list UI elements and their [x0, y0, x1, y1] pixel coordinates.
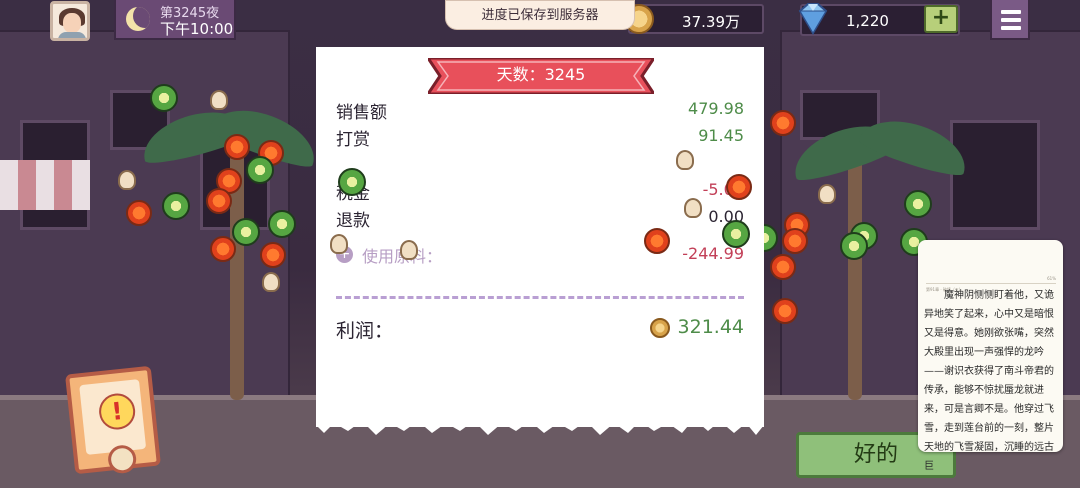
- pepper-slice-icon: [338, 168, 366, 196]
- sales-label: 销售额: [336, 103, 387, 123]
- pepper-slice-icon: [722, 220, 750, 248]
- nut-icon: [400, 240, 418, 260]
- avatar-face: [63, 13, 81, 33]
- tomato-slice-icon: [224, 134, 250, 160]
- pepper-slice-icon: [162, 192, 190, 220]
- menu-line: [1001, 18, 1021, 22]
- nut-icon: [818, 184, 836, 204]
- tomato-slice-icon: [770, 254, 796, 280]
- pepper-slice-icon: [268, 210, 296, 238]
- nut-icon: [210, 90, 228, 110]
- tips-label: 打赏: [336, 130, 370, 150]
- menu-line: [1001, 10, 1021, 14]
- save-toast: 进度已保存到服务器: [445, 0, 635, 30]
- tomato-slice-icon: [644, 228, 670, 254]
- gem-value: 1,220: [846, 12, 889, 30]
- tomato-slice-icon: [726, 174, 752, 200]
- pepper-slice-icon: [150, 84, 178, 112]
- pepper-slice-icon: [840, 232, 868, 260]
- coin-value: 37.39万: [682, 13, 740, 31]
- day-ribbon-label: 天数：3245: [496, 65, 586, 84]
- coin-icon: [650, 318, 670, 338]
- time-label: 下午10:00: [160, 20, 234, 38]
- nut-icon: [684, 198, 702, 218]
- menu-line: [1001, 26, 1021, 30]
- pepper-slice-icon: [904, 190, 932, 218]
- sales-value: 479.98: [688, 99, 744, 118]
- tomato-slice-icon: [772, 298, 798, 324]
- novel-header: 第91章 · 破境（五） 61%: [926, 276, 1056, 292]
- striped-awning: [0, 160, 90, 210]
- refund-label: 退款: [336, 211, 370, 231]
- tips-value: 91.45: [698, 126, 744, 145]
- avatar-body: [58, 32, 86, 38]
- player-avatar[interactable]: [50, 1, 90, 41]
- nut-icon: [330, 234, 348, 254]
- window: [950, 120, 1040, 230]
- novel-reader-popup[interactable]: 第91章 · 破境（五） 61% 魔神阴恻恻盯着他，又诡异地笑了起来，心中又是暗…: [918, 240, 1063, 472]
- nut-icon: [262, 272, 280, 292]
- profit-value: 321.44: [677, 316, 744, 338]
- coin-counter: 37.39万: [624, 4, 764, 34]
- menu-button[interactable]: [990, 0, 1030, 40]
- nut-icon: [676, 150, 694, 170]
- tomato-slice-icon: [782, 228, 808, 254]
- tomato-slice-icon: [260, 242, 286, 268]
- novel-body-text: 魔神阴恻恻盯着他，又诡异地笑了起来，心中又是暗恨又是得意。她刚欲张嘴，突然大殿里…: [924, 290, 1054, 472]
- palm-trunk: [848, 150, 862, 400]
- tomato-slice-icon: [206, 188, 232, 214]
- event-alert-card[interactable]: !: [65, 365, 161, 475]
- day-time-panel: 第3245夜 下午10:00: [114, 0, 236, 40]
- tomato-slice-icon: [210, 236, 236, 262]
- pepper-slice-icon: [246, 156, 274, 184]
- profit-label: 利润：: [336, 320, 394, 342]
- receipt-torn-edge: [316, 415, 764, 435]
- nut-icon: [118, 170, 136, 190]
- dashed-divider: [336, 296, 744, 299]
- add-gems-button[interactable]: +: [924, 5, 958, 33]
- tomato-slice-icon: [770, 110, 796, 136]
- pepper-slice-icon: [232, 218, 260, 246]
- tomato-slice-icon: [126, 200, 152, 226]
- diamond-icon: [798, 3, 828, 35]
- progress-label: 61%: [1047, 276, 1056, 281]
- moon-icon: [126, 7, 150, 31]
